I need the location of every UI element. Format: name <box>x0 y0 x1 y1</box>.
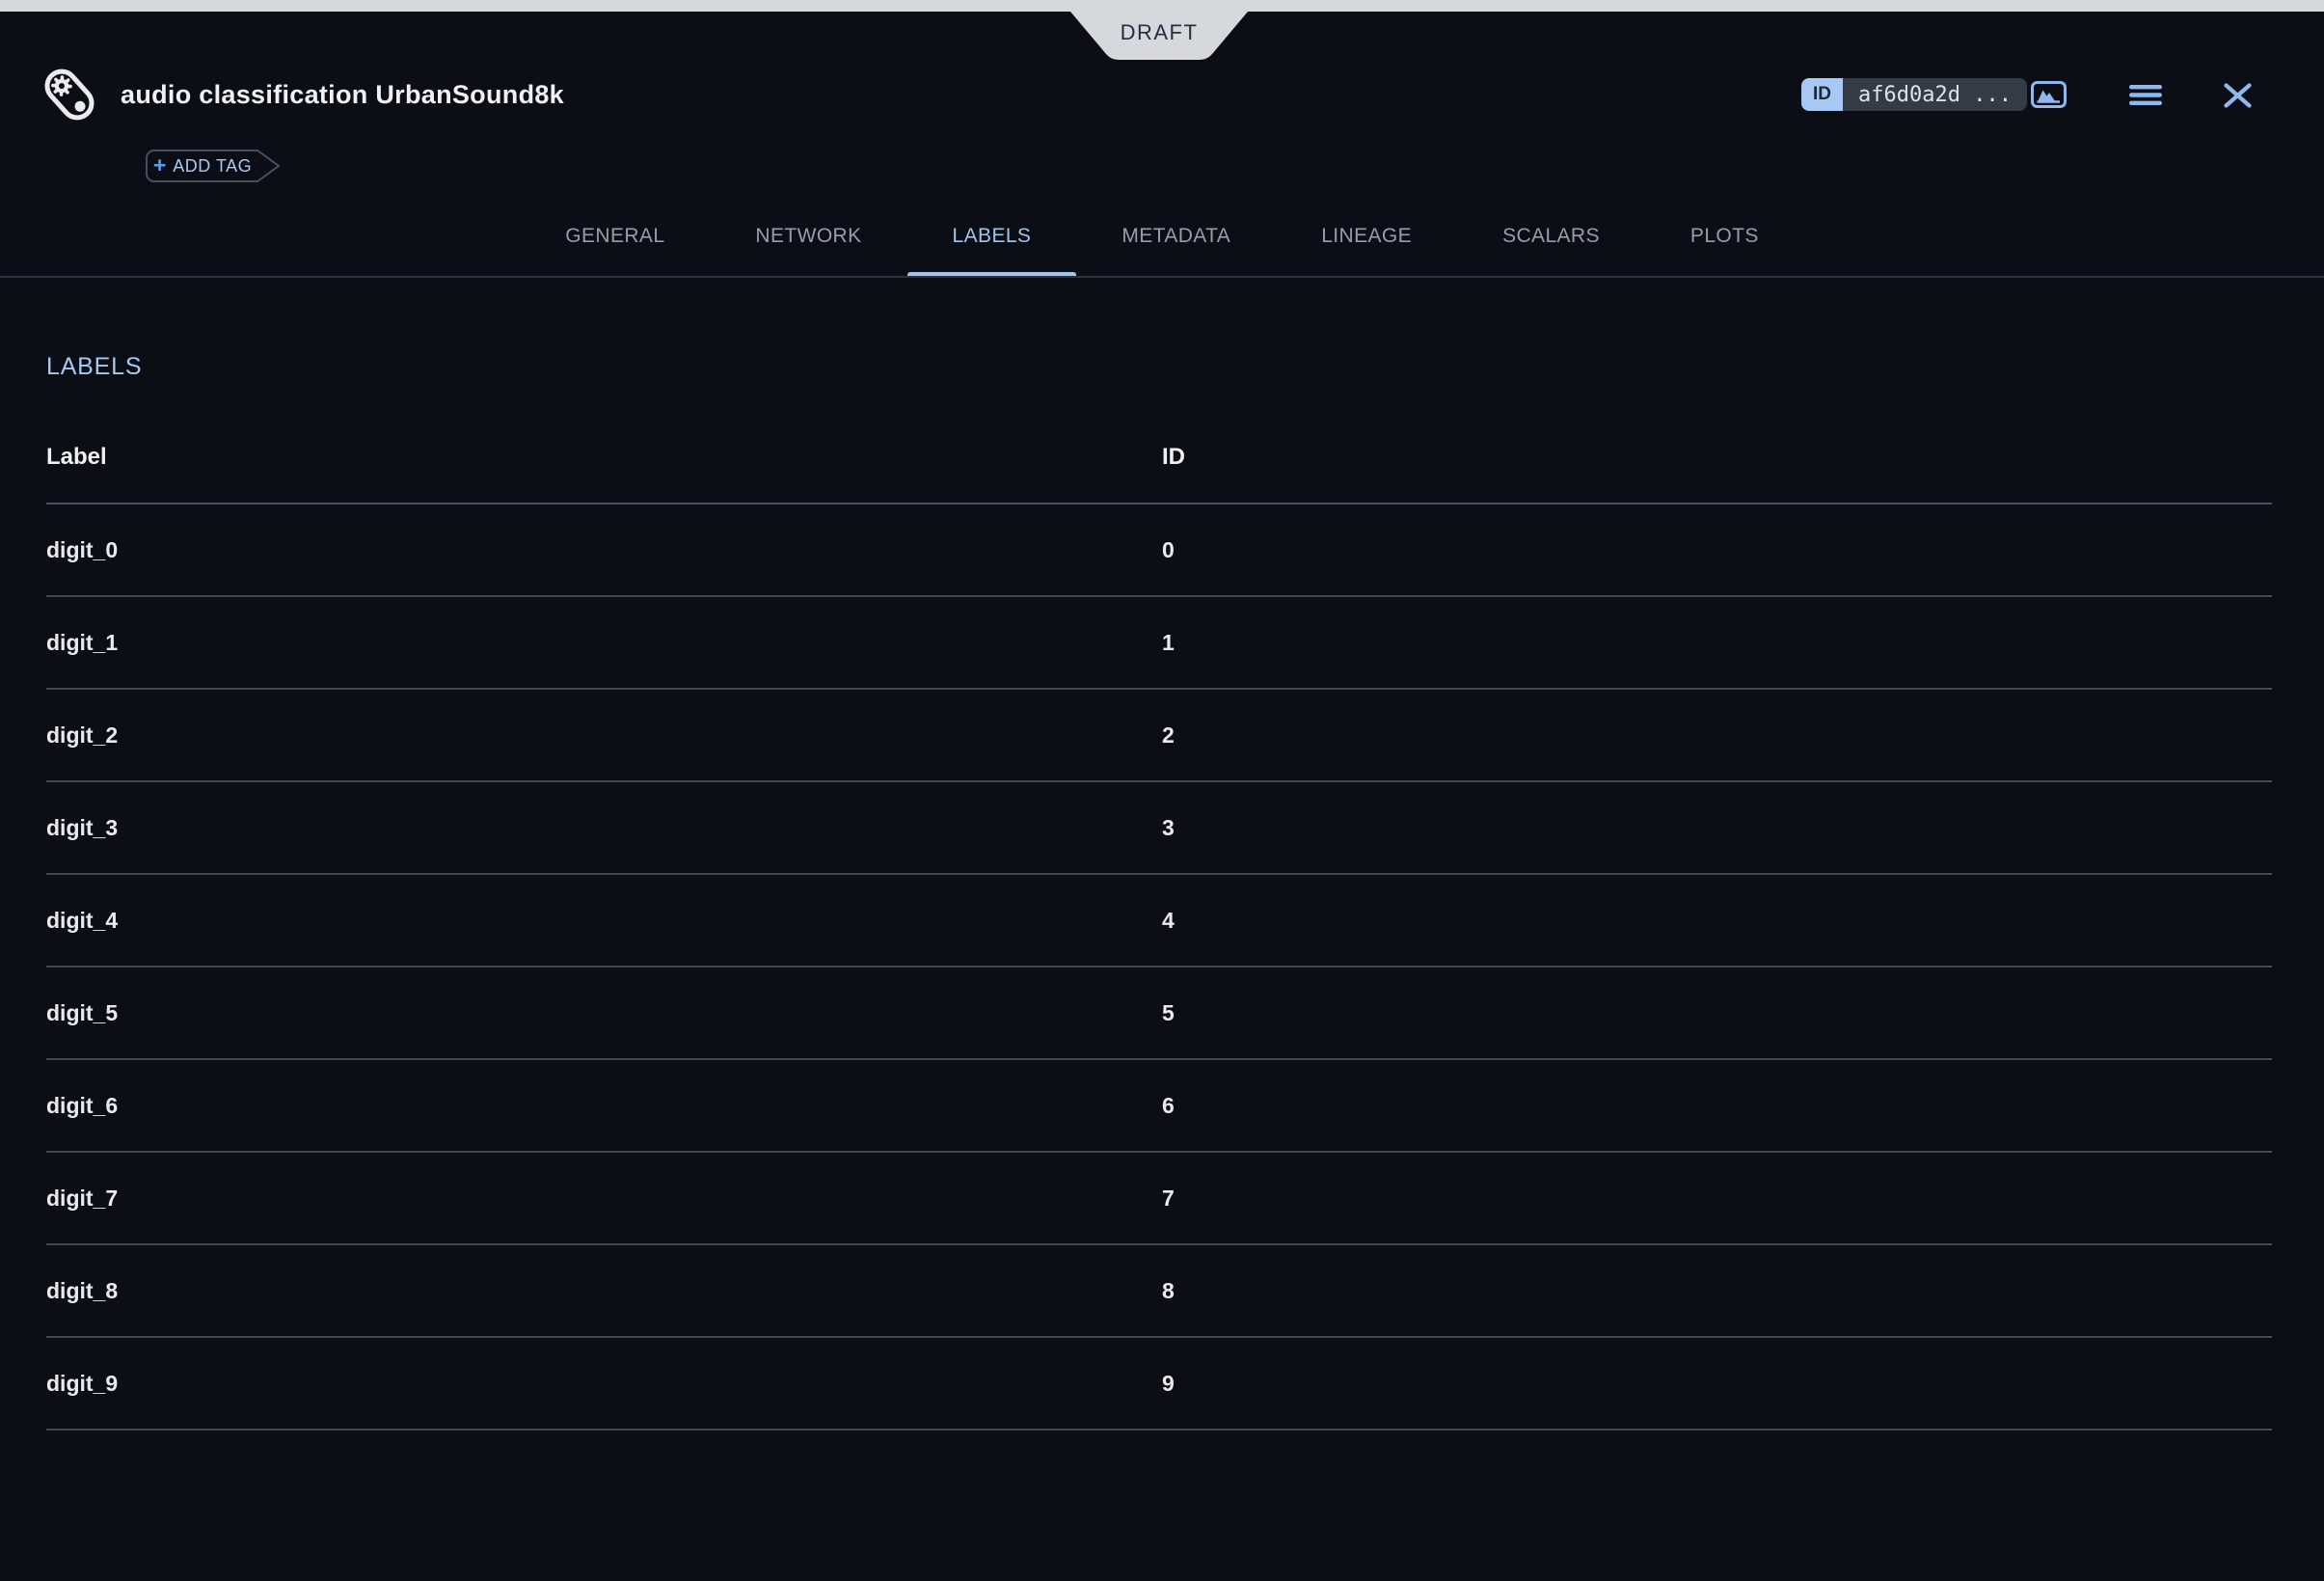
close-button[interactable] <box>2224 83 2252 108</box>
id-cell: 7 <box>1162 1186 2272 1212</box>
id-cell: 4 <box>1162 908 2272 934</box>
menu-button[interactable] <box>2129 85 2162 105</box>
label-cell: digit_0 <box>46 537 1162 563</box>
tabs-divider <box>0 276 2324 278</box>
table-row: digit_00 <box>46 504 2272 597</box>
id-badge-value: af6d0a2d ... <box>1843 78 2027 111</box>
tab-general[interactable]: GENERAL <box>520 196 710 277</box>
label-cell: digit_2 <box>46 722 1162 749</box>
id-cell: 1 <box>1162 630 2272 656</box>
image-icon <box>2031 81 2067 108</box>
add-tag-button[interactable]: + ADD TAG <box>145 149 282 183</box>
hamburger-menu-icon <box>2129 85 2162 105</box>
tab-plots[interactable]: PLOTS <box>1645 196 1804 277</box>
label-cell: digit_6 <box>46 1093 1162 1119</box>
table-row: digit_33 <box>46 782 2272 875</box>
tab-network[interactable]: NETWORK <box>710 196 906 277</box>
close-icon <box>2224 83 2252 108</box>
status-badge: DRAFT <box>1070 12 1248 54</box>
id-cell: 5 <box>1162 1000 2272 1026</box>
page-title: audio classification UrbanSound8k <box>121 75 564 114</box>
labels-table-body: digit_00digit_11digit_22digit_33digit_44… <box>46 504 2272 1431</box>
label-cell: digit_3 <box>46 815 1162 841</box>
id-cell: 2 <box>1162 722 2272 749</box>
label-cell: digit_7 <box>46 1186 1162 1212</box>
label-cell: digit_9 <box>46 1371 1162 1397</box>
tabs: GENERALNETWORKLABELSMETADATALINEAGESCALA… <box>0 196 2324 277</box>
table-row: digit_99 <box>46 1338 2272 1431</box>
draft-status-badge: DRAFT <box>1070 12 1248 60</box>
labels-table: Label ID digit_00digit_11digit_22digit_3… <box>46 412 2272 1431</box>
table-header-row: Label ID <box>46 412 2272 504</box>
label-cell: digit_5 <box>46 1000 1162 1026</box>
label-cell: digit_4 <box>46 908 1162 934</box>
id-cell: 8 <box>1162 1278 2272 1304</box>
column-header-id: ID <box>1162 444 2272 471</box>
id-badge-label: ID <box>1801 78 1843 111</box>
table-row: digit_88 <box>46 1245 2272 1338</box>
id-badge[interactable]: ID af6d0a2d ... <box>1801 78 2027 111</box>
id-cell: 3 <box>1162 815 2272 841</box>
id-cell: 9 <box>1162 1371 2272 1397</box>
table-row: digit_55 <box>46 968 2272 1060</box>
table-row: digit_77 <box>46 1153 2272 1245</box>
plus-icon: + <box>153 154 166 177</box>
section-title: LABELS <box>46 353 142 381</box>
tab-labels[interactable]: LABELS <box>907 196 1077 277</box>
table-row: digit_11 <box>46 597 2272 690</box>
image-preview-button[interactable] <box>2031 81 2067 108</box>
tab-scalars[interactable]: SCALARS <box>1457 196 1645 277</box>
label-cell: digit_8 <box>46 1278 1162 1304</box>
label-cell: digit_1 <box>46 630 1162 656</box>
id-cell: 0 <box>1162 537 2272 563</box>
tab-metadata[interactable]: METADATA <box>1076 196 1276 277</box>
id-cell: 6 <box>1162 1093 2272 1119</box>
table-row: digit_22 <box>46 690 2272 782</box>
table-row: digit_66 <box>46 1060 2272 1153</box>
add-tag-label: ADD TAG <box>173 156 252 177</box>
top-status-bar <box>0 0 2324 12</box>
model-icon <box>44 66 95 128</box>
table-row: digit_44 <box>46 875 2272 968</box>
tab-lineage[interactable]: LINEAGE <box>1276 196 1457 277</box>
column-header-label: Label <box>46 444 1162 471</box>
